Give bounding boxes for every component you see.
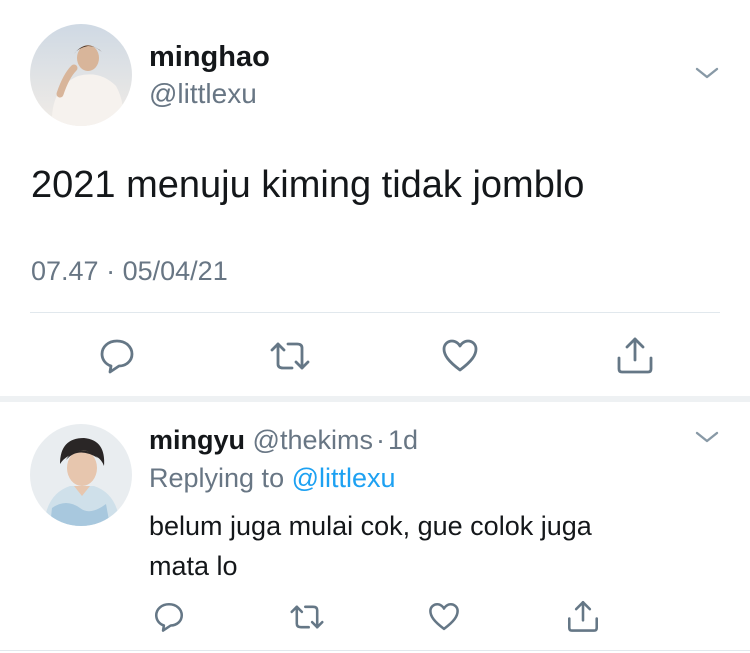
chevron-down-icon[interactable] xyxy=(694,64,720,82)
avatar-minghao[interactable] xyxy=(30,24,132,126)
reply-age[interactable]: 1d xyxy=(388,425,418,455)
reply-text-line-1: belum juga mulai cok, gue colok juga xyxy=(149,511,592,541)
avatar-image xyxy=(30,424,132,526)
reply-icon[interactable] xyxy=(152,600,186,634)
tweet-divider xyxy=(30,312,720,313)
bottom-divider xyxy=(0,650,750,651)
tweet-timestamp[interactable]: 07.47 · 05/04/21 xyxy=(31,255,228,287)
share-icon[interactable] xyxy=(614,334,656,376)
heart-icon[interactable] xyxy=(427,600,461,634)
section-separator xyxy=(0,396,750,402)
reply-handle[interactable]: @thekims xyxy=(253,425,373,455)
tweet-date: 05/04/21 xyxy=(122,256,228,286)
reply-text-line-2: mata lo xyxy=(149,551,238,581)
tweet-time: 07.47 xyxy=(31,256,99,286)
reply-icon[interactable] xyxy=(97,336,137,376)
tweet-text: 2021 menuju kiming tidak jomblo xyxy=(31,164,585,206)
reply-display-name[interactable]: mingyu xyxy=(149,425,245,455)
tweet-handle[interactable]: @littlexu xyxy=(149,77,257,111)
replying-to-link[interactable]: @littlexu xyxy=(292,463,396,493)
replying-to-line: Replying to @littlexu xyxy=(149,462,396,494)
reply-dot: · xyxy=(375,425,385,455)
avatar-image xyxy=(30,24,132,126)
heart-icon[interactable] xyxy=(440,336,480,376)
replying-to-label: Replying to xyxy=(149,463,285,493)
share-icon[interactable] xyxy=(565,598,601,634)
reply-header: mingyu @thekims · 1d xyxy=(149,424,418,456)
retweet-icon[interactable] xyxy=(268,336,312,376)
timestamp-separator: · xyxy=(106,256,116,286)
retweet-icon[interactable] xyxy=(288,600,326,634)
avatar-mingyu[interactable] xyxy=(30,424,132,526)
tweet-display-name[interactable]: minghao xyxy=(149,40,270,74)
chevron-down-icon[interactable] xyxy=(694,428,720,446)
